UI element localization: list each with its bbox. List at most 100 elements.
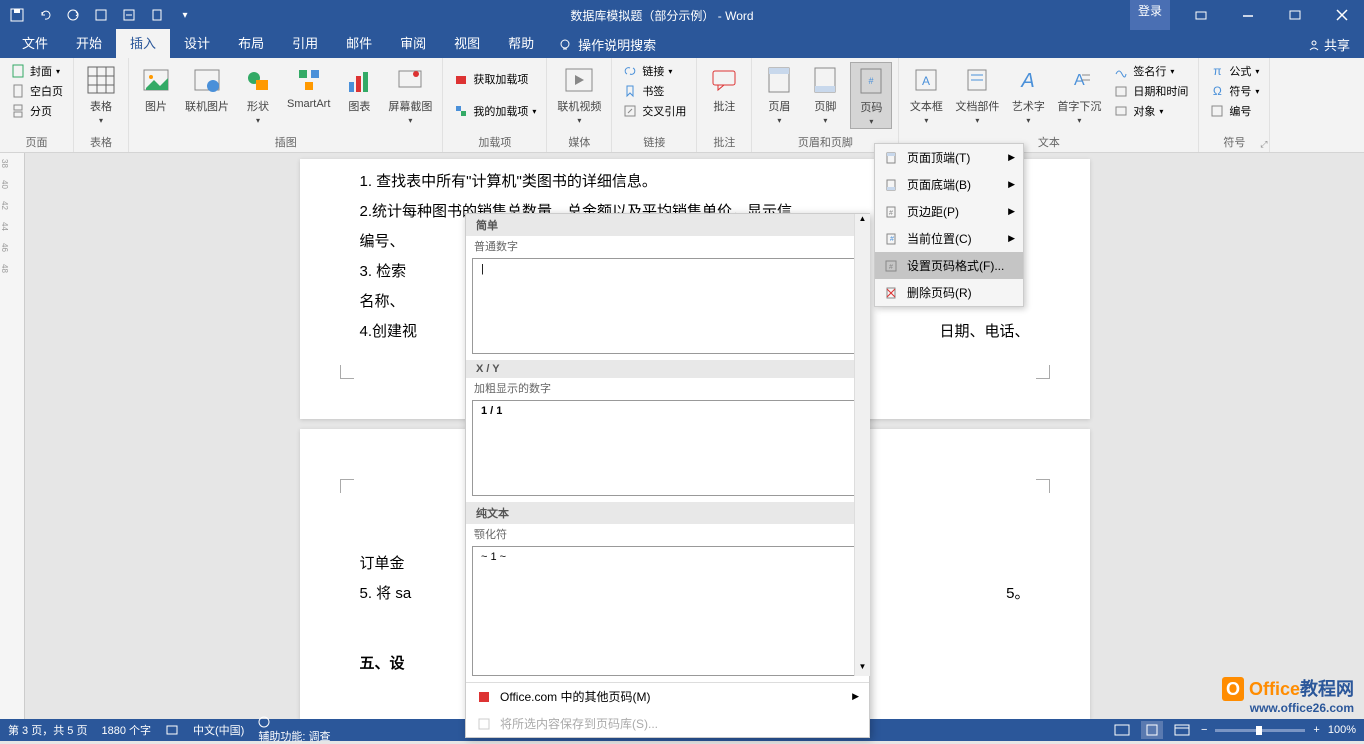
crossref-button[interactable]: 交叉引用 (618, 102, 690, 120)
dropcap-icon: A (1063, 64, 1095, 96)
menu-page-margins[interactable]: #页边距(P)▶ (875, 198, 1023, 225)
gallery-preview-tilde[interactable]: ~ 1 ~ (472, 546, 863, 676)
tab-review[interactable]: 审阅 (386, 29, 440, 58)
number-button[interactable]: 编号 (1205, 102, 1263, 120)
bookmark-button[interactable]: 书签 (618, 82, 690, 100)
gallery-scrollbar[interactable]: ▲▼ (854, 214, 870, 676)
status-spellcheck-icon[interactable] (165, 723, 179, 737)
datetime-button[interactable]: 日期和时间 (1109, 82, 1192, 100)
object-button[interactable]: 对象 ▾ (1109, 102, 1192, 120)
menu-remove-page-numbers[interactable]: 删除页码(R) (875, 279, 1023, 306)
screenshot-button[interactable]: 屏幕截图▾ (384, 62, 436, 127)
chart-button[interactable]: 图表 (338, 62, 380, 116)
qat-icon-3[interactable] (148, 6, 166, 24)
footer-icon (809, 64, 841, 96)
zoom-in-icon[interactable]: + (1313, 724, 1319, 736)
textbox-button[interactable]: A文本框▾ (905, 62, 947, 127)
person-icon (1308, 39, 1320, 51)
watermark-logo-icon: O (1222, 677, 1244, 701)
page-bottom-icon (883, 177, 899, 193)
equation-button[interactable]: π公式 ▾ (1205, 62, 1263, 80)
link-icon (622, 63, 638, 79)
tell-me-search[interactable]: 操作说明搜索 (548, 31, 666, 58)
comment-button[interactable]: 批注 (703, 62, 745, 116)
menu-page-bottom[interactable]: 页面底端(B)▶ (875, 171, 1023, 198)
group-comments-label: 批注 (703, 132, 745, 150)
blank-page-button[interactable]: 空白页 (6, 82, 67, 100)
zoom-level[interactable]: 100% (1328, 724, 1356, 736)
qat-icon-2[interactable] (120, 6, 138, 24)
zoom-slider[interactable] (1215, 729, 1305, 732)
view-read-icon[interactable] (1111, 721, 1133, 739)
login-button[interactable]: 登录 (1130, 0, 1170, 30)
gallery-preview-plain[interactable]: | (472, 258, 863, 354)
view-print-icon[interactable] (1141, 721, 1163, 739)
format-icon: # (883, 258, 899, 274)
signature-button[interactable]: 签名行 ▾ (1109, 62, 1192, 80)
titlebar: ▾ 数据库模拟题（部分示例） - Word 登录 (0, 0, 1364, 30)
header-button[interactable]: 页眉▾ (758, 62, 800, 127)
shapes-button[interactable]: 形状▾ (237, 62, 279, 127)
status-a11y[interactable]: 辅助功能: 调查 (258, 716, 330, 744)
online-pictures-button[interactable]: 联机图片 (181, 62, 233, 116)
menu-format-page-numbers[interactable]: #设置页码格式(F)... (875, 252, 1023, 279)
gallery-header-simple: 简单 (466, 214, 869, 236)
gallery-footer: Office.com 中的其他页码(M)▶ 将所选内容保存到页码库(S)... (466, 682, 869, 737)
cover-page-button[interactable]: 封面 ▾ (6, 62, 67, 80)
gallery-preview-bold[interactable]: 1 / 1 (472, 400, 863, 496)
blank-icon (10, 83, 26, 99)
my-addins-button[interactable]: 我的加载项 ▾ (449, 102, 540, 120)
online-video-button[interactable]: 联机视频▾ (553, 62, 605, 127)
dropcap-button[interactable]: A首字下沉▾ (1053, 62, 1105, 127)
zoom-out-icon[interactable]: − (1201, 724, 1207, 736)
view-web-icon[interactable] (1171, 721, 1193, 739)
save-icon[interactable] (8, 6, 26, 24)
status-language[interactable]: 中文(中国) (193, 722, 244, 738)
tab-mailings[interactable]: 邮件 (332, 29, 386, 58)
margin-corner (1036, 479, 1050, 493)
tab-view[interactable]: 视图 (440, 29, 494, 58)
qat-more-icon[interactable]: ▾ (176, 6, 194, 24)
group-media: 联机视频▾ 媒体 (547, 58, 612, 152)
group-tables-label: 表格 (80, 132, 122, 150)
smartart-button[interactable]: SmartArt (283, 62, 334, 112)
tab-references[interactable]: 引用 (278, 29, 332, 58)
group-pages: 封面 ▾ 空白页 分页 页面 (0, 58, 74, 152)
group-symbols: π公式 ▾ Ω符号 ▾ 编号 符号 ⤢ (1199, 58, 1270, 152)
group-links: 链接 ▾ 书签 交叉引用 链接 (612, 58, 697, 152)
tab-layout[interactable]: 布局 (224, 29, 278, 58)
page-break-button[interactable]: 分页 (6, 102, 67, 120)
redo-icon[interactable] (64, 6, 82, 24)
symbol-button[interactable]: Ω符号 ▾ (1205, 82, 1263, 100)
gallery-office-more[interactable]: Office.com 中的其他页码(M)▶ (466, 683, 869, 710)
qat-icon-1[interactable] (92, 6, 110, 24)
pictures-button[interactable]: 图片 (135, 62, 177, 116)
ribbon-options-icon[interactable] (1178, 0, 1223, 30)
menu-page-top[interactable]: 页面顶端(T)▶ (875, 144, 1023, 171)
save-gallery-icon (476, 716, 492, 732)
tab-file[interactable]: 文件 (8, 29, 62, 58)
maximize-icon[interactable] (1272, 0, 1317, 30)
status-page[interactable]: 第 3 页，共 5 页 (8, 722, 87, 738)
tab-design[interactable]: 设计 (170, 29, 224, 58)
link-button[interactable]: 链接 ▾ (618, 62, 690, 80)
wordart-button[interactable]: A艺术字▾ (1007, 62, 1049, 127)
tab-insert[interactable]: 插入 (116, 29, 170, 58)
lightbulb-icon (558, 38, 572, 52)
footer-button[interactable]: 页脚▾ (804, 62, 846, 127)
gallery-save-selection: 将所选内容保存到页码库(S)... (466, 710, 869, 737)
page-number-button[interactable]: #页码▾ (850, 62, 892, 129)
window-controls: 登录 (1130, 0, 1364, 30)
share-button[interactable]: 共享 (1294, 31, 1364, 58)
tab-help[interactable]: 帮助 (494, 29, 548, 58)
quickparts-button[interactable]: 文档部件▾ (951, 62, 1003, 127)
table-button[interactable]: 表格▾ (80, 62, 122, 127)
collapse-ribbon-icon[interactable]: ⤢ (1260, 139, 1267, 150)
tab-home[interactable]: 开始 (62, 29, 116, 58)
get-addins-button[interactable]: 获取加载项 (449, 70, 540, 88)
minimize-icon[interactable] (1225, 0, 1270, 30)
close-icon[interactable] (1319, 0, 1364, 30)
menu-current-position[interactable]: #当前位置(C)▶ (875, 225, 1023, 252)
status-words[interactable]: 1880 个字 (101, 722, 151, 738)
undo-icon[interactable] (36, 6, 54, 24)
